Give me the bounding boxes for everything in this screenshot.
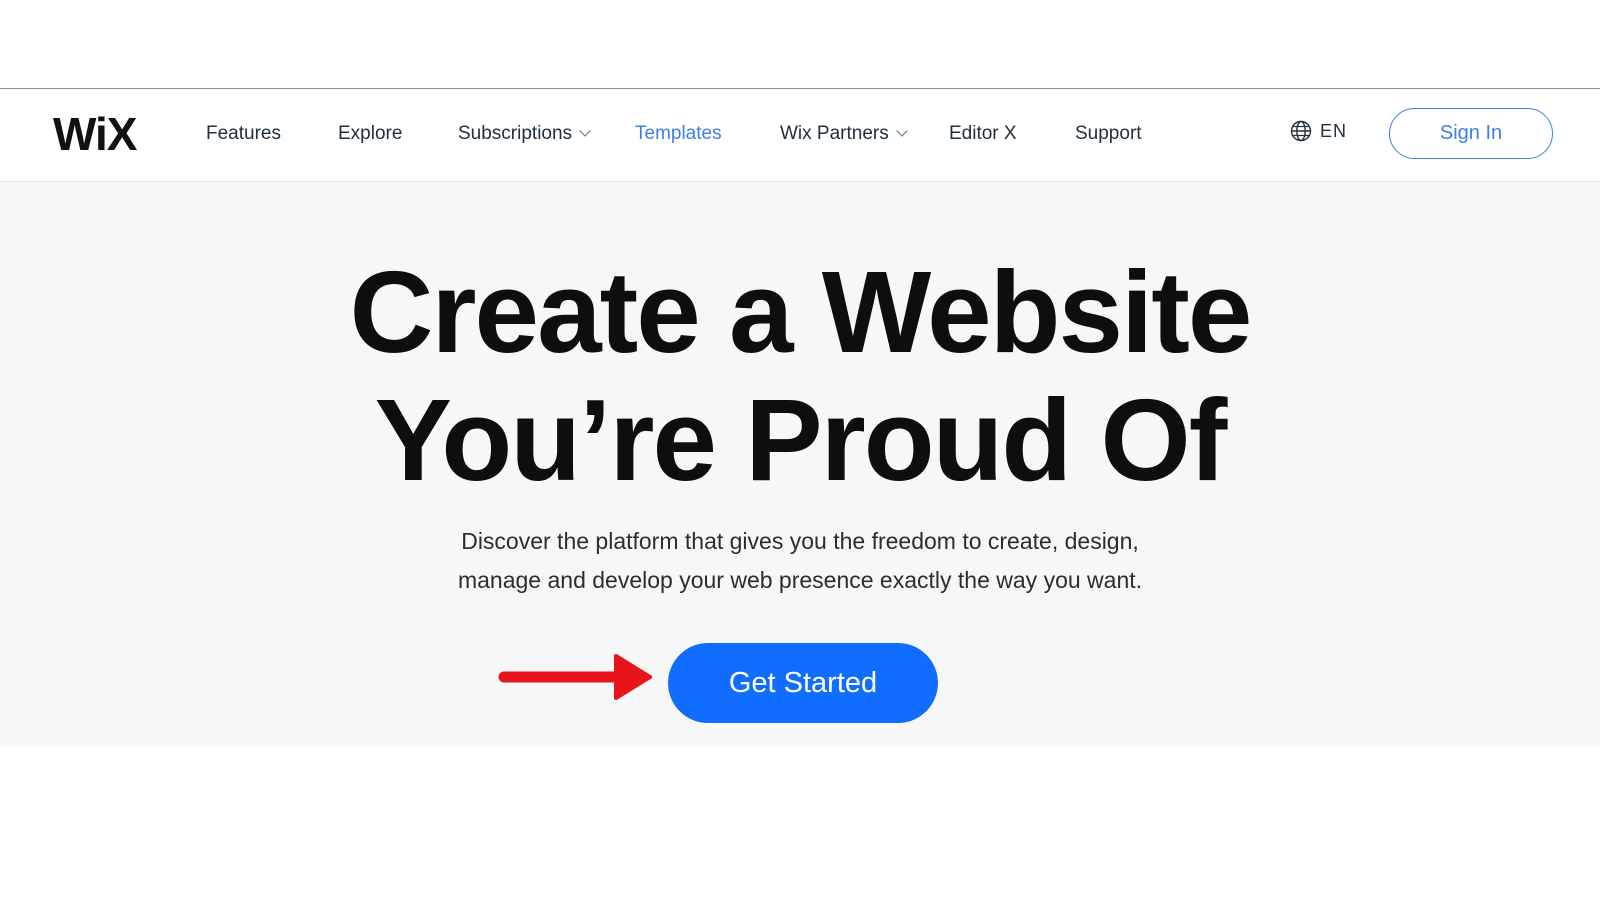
globe-icon: [1290, 120, 1312, 142]
hero-section: Create a Website You’re Proud Of Discove…: [0, 182, 1600, 746]
hero-subtitle: Discover the platform that gives you the…: [0, 522, 1600, 600]
nav-item-wix-partners[interactable]: Wix Partners: [780, 122, 908, 146]
sign-in-button[interactable]: Sign In: [1389, 108, 1553, 159]
nav-item-support[interactable]: Support: [1075, 122, 1142, 146]
red-arrow-icon: [498, 654, 652, 700]
hero-subtitle-line-2: manage and develop your web presence exa…: [457, 567, 1143, 593]
hero-subtitle-line-1: Discover the platform that gives you the…: [461, 528, 1139, 554]
chevron-down-icon: [579, 125, 591, 137]
nav-item-wix-partners-label: Wix Partners: [780, 123, 889, 144]
top-blank-area: [0, 0, 1600, 89]
nav-item-subscriptions-label: Subscriptions: [458, 123, 573, 144]
language-label: EN: [1320, 120, 1348, 141]
hero-headline-line-1: Create a Website: [349, 247, 1253, 377]
hero-headline-line-2: You’re Proud Of: [374, 375, 1228, 505]
wix-logo[interactable]: WiX: [53, 107, 137, 161]
get-started-button[interactable]: Get Started: [668, 643, 938, 723]
hero-headline: Create a Website You’re Proud Of: [0, 248, 1600, 504]
nav-item-templates[interactable]: Templates: [635, 122, 722, 146]
nav-item-editor-x[interactable]: Editor X: [949, 122, 1017, 146]
language-selector[interactable]: EN: [1290, 120, 1347, 142]
chevron-down-icon: [896, 125, 908, 137]
nav-item-subscriptions[interactable]: Subscriptions: [458, 122, 591, 146]
top-navbar: WiX Features Explore Subscriptions Templ…: [0, 89, 1600, 182]
nav-item-features[interactable]: Features: [206, 122, 281, 146]
nav-item-explore[interactable]: Explore: [338, 122, 402, 146]
